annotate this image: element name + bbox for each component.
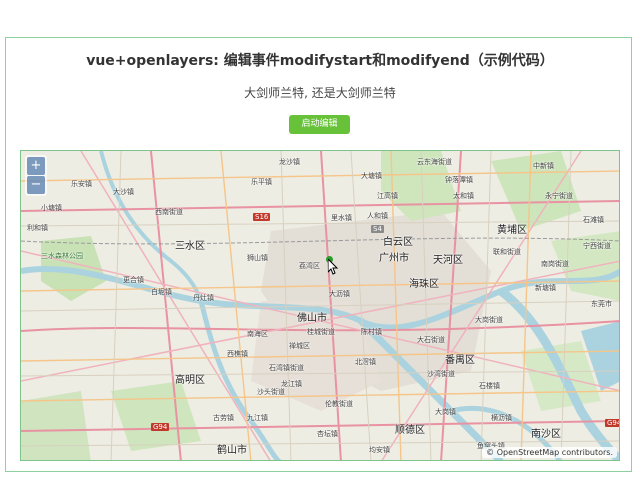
park-label: 三水森林公园 xyxy=(41,252,83,260)
place-label: 东莞市 xyxy=(591,300,612,308)
road-shield: S16 xyxy=(253,213,271,221)
place-label: 西樵镇 xyxy=(227,350,248,358)
place-label: 石滩镇 xyxy=(583,216,604,224)
place-label: 大塘镇 xyxy=(361,172,382,180)
place-label: 乐安镇 xyxy=(71,180,92,188)
place-label: 荔湾区 xyxy=(299,262,320,270)
district-label: 天河区 xyxy=(433,255,463,266)
place-label: 均安镇 xyxy=(369,446,390,454)
district-label: 白云区 xyxy=(383,237,413,248)
district-label: 三水区 xyxy=(175,241,205,252)
road-shield: S4 xyxy=(371,225,384,233)
place-label: 人和镇 xyxy=(367,212,388,220)
city-label: 鹤山市 xyxy=(217,445,247,456)
place-label: 宁西街道 xyxy=(583,242,611,250)
place-label: 西南街道 xyxy=(155,208,183,216)
place-label: 丹灶镇 xyxy=(193,294,214,302)
road-shield: G94 xyxy=(605,419,619,427)
place-label: 更合镇 xyxy=(123,276,144,284)
place-label: 桂城街道 xyxy=(307,328,335,336)
place-label: 狮山镇 xyxy=(247,254,268,262)
district-label: 番禺区 xyxy=(445,355,475,366)
place-label: 南海区 xyxy=(247,330,268,338)
page-title: vue+openlayers: 编辑事件modifystart和modifyen… xyxy=(86,53,554,69)
place-label: 石楼镇 xyxy=(479,382,500,390)
map-attribution[interactable]: © OpenStreetMap contributors. xyxy=(482,447,617,458)
district-label: 顺德区 xyxy=(395,425,425,436)
place-label: 永宁街道 xyxy=(545,192,573,200)
place-label: 大石街道 xyxy=(417,336,445,344)
map-viewport[interactable]: 龙沙镇 乐平镇 大沙镇 云东海街道 乐安镇 大塘镇 小塘镇 三水区 西南街道 利… xyxy=(20,150,620,461)
place-label: 沙湾街道 xyxy=(427,370,455,378)
place-label: 石湾镇街道 xyxy=(269,364,304,372)
city-label: 佛山市 xyxy=(297,313,327,324)
place-label: 中新镇 xyxy=(533,162,554,170)
place-label: 里水镇 xyxy=(331,214,352,222)
zoom-out-button[interactable]: − xyxy=(27,176,45,194)
place-label: 大岗街道 xyxy=(475,316,503,324)
place-label: 云东海街道 xyxy=(417,158,452,166)
district-label: 南沙区 xyxy=(531,429,561,440)
place-label: 江高镇 xyxy=(377,192,398,200)
zoom-in-button[interactable]: + xyxy=(27,157,45,175)
place-label: 南岗街道 xyxy=(541,260,569,268)
place-label: 伦教街道 xyxy=(325,400,353,408)
place-label: 九江镇 xyxy=(247,414,268,422)
district-label: 高明区 xyxy=(175,375,205,386)
place-label: 大沙镇 xyxy=(113,188,134,196)
place-label: 大岗镇 xyxy=(435,408,456,416)
cursor-arrow-icon xyxy=(328,259,339,275)
place-label: 古劳镇 xyxy=(213,414,234,422)
page-subtitle: 大剑师兰特, 还是大剑师兰特 xyxy=(244,86,396,100)
place-label: 小塘镇 xyxy=(41,204,62,212)
place-label: 白坭镇 xyxy=(151,288,172,296)
place-label: 乐平镇 xyxy=(251,178,272,186)
place-label: 陈村镇 xyxy=(361,328,382,336)
place-label: 北滘镇 xyxy=(355,358,376,366)
place-label: 禅城区 xyxy=(289,342,310,350)
road-shield: G94 xyxy=(151,423,170,431)
place-label: 大沥镇 xyxy=(329,290,350,298)
district-label: 黄埔区 xyxy=(497,225,527,236)
place-label: 钟落潭镇 xyxy=(445,176,473,184)
place-label: 杏坛镇 xyxy=(317,430,338,438)
city-label: 广州市 xyxy=(379,253,409,264)
place-label: 沙头街道 xyxy=(257,388,285,396)
place-label: 龙沙镇 xyxy=(279,158,300,166)
place-label: 横沥镇 xyxy=(491,414,512,422)
map-tiles xyxy=(21,151,619,460)
start-edit-button[interactable]: 启动编辑 xyxy=(289,115,350,134)
place-label: 新塘镇 xyxy=(535,284,556,292)
place-label: 太和镇 xyxy=(453,192,474,200)
district-label: 海珠区 xyxy=(409,279,439,290)
place-label: 利和镇 xyxy=(27,224,48,232)
zoom-control: + − xyxy=(25,155,47,196)
place-label: 联和街道 xyxy=(493,248,521,256)
